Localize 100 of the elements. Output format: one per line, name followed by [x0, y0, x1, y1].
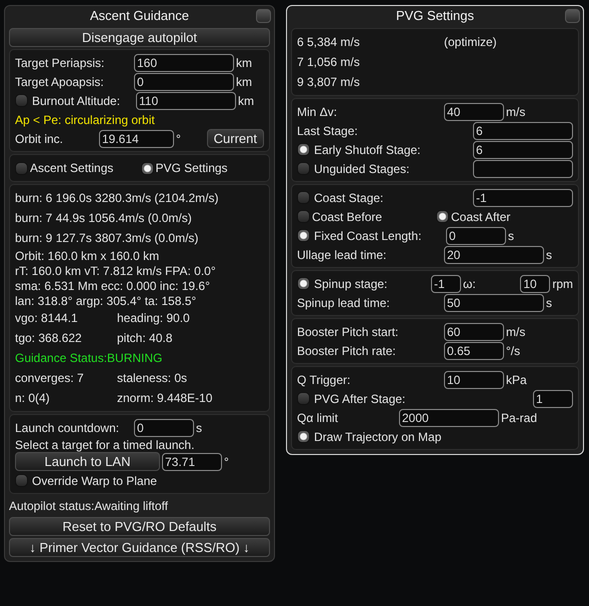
text-input[interactable]: 40	[444, 102, 504, 120]
text-input[interactable]	[473, 160, 573, 178]
unit-label: rpm	[552, 276, 573, 290]
info-text: 9 3,807 m/s	[297, 75, 361, 89]
unit-label: °	[176, 132, 181, 146]
text-input[interactable]: -1	[431, 274, 461, 292]
toggle-button[interactable]	[297, 277, 310, 290]
toggle-button[interactable]	[140, 162, 154, 174]
info-text: (optimize)	[444, 35, 497, 49]
current-button[interactable]: Current	[206, 129, 264, 148]
field-label: Booster Pitch rate:	[297, 344, 397, 358]
burn-text: burn: 6 196.0s 3280.3m/s (2104.2m/s)	[15, 191, 218, 205]
text-input[interactable]: 6	[473, 122, 573, 140]
text-input[interactable]: 160	[134, 54, 234, 72]
unit-label: kPa	[506, 372, 527, 386]
action-button[interactable]: Disengage autopilot	[9, 28, 270, 47]
field-label: Spinup stage:	[314, 276, 388, 290]
field-label: Min Δv:	[297, 104, 338, 118]
text-input[interactable]: 10	[520, 274, 550, 292]
toggle-button[interactable]	[297, 430, 310, 443]
text-input[interactable]: 110	[136, 92, 236, 110]
field-label: Ullage lead time:	[297, 248, 388, 262]
text-input[interactable]: 0	[134, 72, 234, 90]
status-text: Autopilot status:Awaiting liftoff	[9, 498, 168, 512]
info-text: heading: 90.0	[117, 311, 190, 325]
unit-label: s	[508, 228, 514, 242]
window-title: PVG Settings	[394, 7, 476, 25]
option-label: Coast Before	[312, 210, 382, 224]
text-input[interactable]: 2000	[399, 408, 499, 426]
field-label: Q Trigger:	[297, 372, 352, 386]
unit-label: ω:	[463, 276, 476, 290]
info-text: vgo: 8144.1	[15, 311, 79, 325]
warning-text: Ap < Pe: circularizing orbit	[15, 112, 155, 126]
toggle-button[interactable]	[297, 143, 310, 156]
text-input[interactable]: 73.71	[162, 452, 222, 470]
text-input[interactable]: 0	[446, 226, 506, 244]
unit-label: s	[196, 420, 202, 434]
info-text: 7 1,056 m/s	[297, 55, 361, 69]
info-text: lan: 318.8° argp: 305.4° ta: 158.5°	[15, 294, 196, 308]
text-input[interactable]: 60	[444, 322, 504, 340]
field-label: Fixed Coast Length:	[314, 228, 422, 242]
window-title: Ascent Guidance	[88, 7, 190, 25]
toggle-button[interactable]	[297, 392, 310, 405]
text-input[interactable]: 0	[134, 418, 194, 436]
text-input[interactable]: 0.65	[444, 342, 504, 360]
text-input[interactable]: 10	[444, 370, 504, 388]
text-input[interactable]: 20	[444, 246, 544, 264]
option-label: Coast After	[451, 210, 510, 224]
unit-label: °/s	[506, 344, 520, 358]
field-label: Launch countdown:	[15, 420, 120, 434]
option-label: Draw Trajectory on Map	[314, 430, 442, 444]
action-button[interactable]: ↓ Primer Vector Guidance (RSS/RO) ↓	[9, 538, 270, 557]
text-input[interactable]: -1	[473, 188, 573, 206]
unit-label: m/s	[506, 104, 526, 118]
field-label: Booster Pitch start:	[297, 324, 400, 338]
info-text: staleness: 0s	[117, 371, 188, 385]
info-text: Orbit: 160.0 km x 160.0 km	[15, 248, 160, 262]
unit-label: m/s	[506, 324, 526, 338]
info-text: znorm: 9.448E-10	[117, 391, 212, 405]
info-text: pitch: 40.8	[117, 331, 172, 345]
unit-label: km	[236, 56, 252, 70]
window-corner-button[interactable]	[256, 9, 271, 23]
info-text: Select a target for a timed launch.	[15, 438, 194, 452]
toggle-button[interactable]	[15, 94, 28, 107]
text-input[interactable]: 1	[533, 390, 573, 408]
launch-button[interactable]: Launch to LAN	[15, 452, 160, 471]
unit-label: km	[236, 74, 252, 88]
unit-label: s	[546, 248, 552, 262]
info-text: sma: 6.531 Mm ecc: 0.000 inc: 19.6°	[15, 278, 210, 292]
tab-label: Ascent Settings	[30, 161, 114, 175]
field-label: Coast Stage:	[314, 190, 384, 204]
field-label: Target Periapsis:	[15, 56, 106, 70]
toggle-button[interactable]	[297, 191, 310, 204]
field-label: Qα limit	[297, 410, 339, 424]
field-label: Unguided Stages:	[314, 162, 410, 176]
field-label: Orbit inc.	[15, 132, 64, 146]
text-input[interactable]: 50	[444, 294, 544, 312]
info-text: tgo: 368.622	[15, 331, 83, 345]
info-text: n: 0(4)	[15, 391, 51, 405]
burn-text: burn: 9 127.7s 3807.3m/s (0.0m/s)	[15, 231, 198, 245]
window-corner-button[interactable]	[565, 9, 580, 23]
toggle-button[interactable]	[15, 162, 28, 174]
toggle-button[interactable]	[15, 474, 28, 487]
field-label: Spinup lead time:	[297, 296, 391, 310]
info-text: rT: 160.0 km vT: 7.812 km/s FPA: 0.0°	[15, 264, 216, 278]
field-label: Early Shutoff Stage:	[314, 142, 422, 156]
option-label: Override Warp to Plane	[32, 474, 157, 488]
toggle-button[interactable]	[297, 210, 310, 223]
unit-label: km	[238, 94, 254, 108]
unit-label: °	[224, 454, 229, 468]
unit-label: s	[546, 296, 552, 310]
text-input[interactable]: 19.614	[99, 130, 174, 148]
action-button[interactable]: Reset to PVG/RO Defaults	[9, 517, 270, 536]
toggle-button[interactable]	[436, 210, 449, 223]
burn-text: burn: 7 44.9s 1056.4m/s (0.0m/s)	[15, 211, 192, 225]
field-label: Burnout Altitude:	[32, 94, 122, 108]
field-label: PVG After Stage:	[314, 392, 406, 406]
toggle-button[interactable]	[297, 162, 310, 175]
text-input[interactable]: 6	[473, 140, 573, 158]
toggle-button[interactable]	[297, 229, 310, 242]
